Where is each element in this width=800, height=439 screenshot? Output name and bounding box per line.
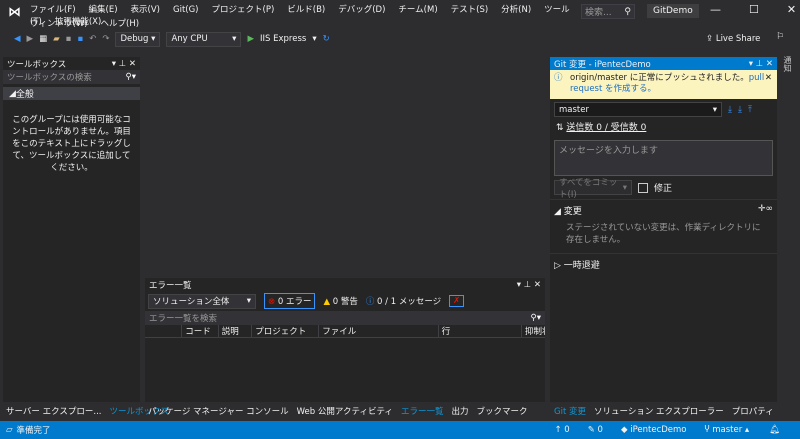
run-icon[interactable]: ▶: [247, 34, 254, 44]
menu-item[interactable]: 表示(V): [131, 5, 160, 15]
commit-all-button[interactable]: すべてをコミット(I) ▾: [554, 178, 632, 200]
amend-checkbox[interactable]: [638, 182, 648, 193]
tab[interactable]: サーバー エクスプロー...: [6, 405, 101, 417]
status-bar: ▱ 準備完了 ↑ 0 ✎ 0 ◆ iPentecDemo Ⴤ master ▴ …: [0, 421, 800, 439]
column-header[interactable]: プロジェクト: [251, 325, 318, 337]
vs-logo: ⋈: [8, 5, 21, 20]
run-button[interactable]: IIS Express: [260, 34, 306, 44]
commit-message-input[interactable]: メッセージを入力します: [554, 140, 773, 176]
error-search[interactable]: エラー一覧を検索 ⚲▾: [145, 311, 545, 325]
maximize-button[interactable]: ☐: [749, 3, 759, 16]
ready-icon: ▱: [6, 425, 13, 435]
feedback-icon[interactable]: ⚐: [776, 32, 784, 42]
menu-item[interactable]: ビルド(B): [287, 5, 325, 15]
config-dropdown[interactable]: Debug ▾: [115, 31, 161, 47]
menu-item[interactable]: チーム(M): [398, 5, 437, 15]
platform-dropdown[interactable]: Any CPU ▾: [166, 31, 242, 47]
menu-item[interactable]: 分析(N): [501, 5, 531, 15]
toolbar: ◀ ▶ ▦ ▰ ▪ ▪ ↶ ↷ Debug ▾ Any CPU ▾ ▶ IIS Express ▾…: [14, 31, 330, 47]
fetch-icon[interactable]: ⤓: [728, 105, 732, 115]
refresh-icon[interactable]: ↻: [323, 34, 330, 44]
push-icon[interactable]: ⤒: [748, 105, 752, 115]
tab[interactable]: パッケージ マネージャー コンソール: [148, 405, 289, 417]
menu-item[interactable]: ファイル(F): [30, 5, 76, 15]
toolbox-panel: ツールボックス ▾ ⊥ ✕ ツールボックスの検索 ⚲▾ ◢ 全般 このグループには使…: [3, 57, 140, 402]
info-icon: ⓘ: [554, 73, 563, 83]
panel-controls[interactable]: ▾ ⊥ ✕: [517, 280, 541, 290]
minimize-button[interactable]: —: [710, 3, 721, 16]
search-placeholder: 検索...: [585, 8, 612, 18]
open-icon[interactable]: ▰: [53, 34, 60, 44]
column-header[interactable]: コード: [181, 325, 217, 337]
menu-item[interactable]: テスト(S): [451, 5, 489, 15]
menu-item[interactable]: ウィンドウ(W): [30, 19, 88, 29]
column-header[interactable]: ファイル: [318, 325, 437, 337]
sync-link[interactable]: 送信数 0 / 受信数 0: [566, 123, 646, 133]
branch-dropdown[interactable]: master ▾: [554, 102, 722, 117]
tab[interactable]: ソリューション エクスプローラー: [594, 405, 724, 417]
close-info-icon[interactable]: ✕: [765, 73, 772, 84]
changes-section[interactable]: ◢ 変更: [554, 204, 582, 217]
save-icon[interactable]: ▪: [66, 34, 72, 44]
git-changes-panel: Git 変更 - iPentecDemo ▾ ⊥ ✕ ⓘ origin/maste…: [550, 57, 777, 402]
toolbox-empty-text: このグループには使用可能なコントロールがありません。項目をこのテキスト上にドラッ…: [12, 115, 131, 173]
bell-icon[interactable]: 🔔︎: [769, 425, 780, 435]
info-icon: ⓘ: [365, 297, 375, 307]
live-share-button[interactable]: ⇪ Live Share: [706, 34, 760, 44]
scope-dropdown[interactable]: ソリューション全体 ▾: [148, 293, 256, 309]
panel-controls[interactable]: ▾ ⊥ ✕: [112, 59, 136, 69]
no-changes-text: ステージされていない変更は、作業ディレクトリに存在しません。: [566, 223, 761, 245]
search-icon: ⚲: [624, 6, 631, 17]
tab[interactable]: Git 変更: [554, 405, 586, 417]
error-list-panel: エラー一覧 ▾ ⊥ ✕ ソリューション全体 ▾ ⊗ 0 エラー ▲ 0 警告 ⓘ 0…: [145, 278, 545, 402]
messages-filter[interactable]: ⓘ 0 / 1 メッセージ: [366, 295, 441, 307]
menu-item[interactable]: プロジェクト(P): [212, 5, 275, 15]
column-headers: コード説明プロジェクトファイル行抑制状: [145, 325, 545, 338]
panel-controls[interactable]: ▾ ⊥ ✕: [749, 59, 773, 69]
share-icon: ⇪: [706, 34, 716, 44]
bottom-tabs: パッケージ マネージャー コンソール Web 公開アクティビティ エラー一覧 出力 ブッ…: [142, 402, 533, 419]
toolbox-title: ツールボックス: [7, 59, 67, 70]
tab[interactable]: エラー一覧: [401, 405, 444, 417]
push-count[interactable]: ↑ 0: [554, 425, 569, 435]
right-tabs: Git 変更 ソリューション エクスプローラー プロパティ: [548, 402, 780, 419]
menu-item[interactable]: Git(G): [173, 5, 199, 15]
warning-icon: ▲: [323, 297, 330, 307]
menu-item[interactable]: デバッグ(D): [338, 5, 385, 15]
save-all-icon[interactable]: ▪: [77, 34, 83, 44]
info-bar: ⓘ origin/master に正常にプッシュされました。pull reque…: [550, 70, 777, 99]
forward-icon[interactable]: ▶: [27, 34, 34, 44]
tab[interactable]: プロパティ: [732, 405, 774, 417]
changes-count[interactable]: ✎ 0: [588, 425, 603, 435]
column-header[interactable]: 抑制状: [520, 325, 545, 337]
column-header[interactable]: 行: [437, 325, 521, 337]
column-header[interactable]: 説明: [217, 325, 252, 337]
branch-button[interactable]: Ⴤ master ▴: [705, 425, 750, 435]
tab[interactable]: Web 公開アクティビティ: [297, 405, 393, 417]
warnings-filter[interactable]: ▲ 0 警告: [323, 295, 357, 307]
pull-icon[interactable]: ⤓: [738, 105, 742, 115]
menu-item[interactable]: ヘルプ(H): [101, 19, 140, 29]
repo-button[interactable]: ◆ iPentecDemo: [621, 425, 687, 435]
stash-section[interactable]: ▷ 一時退避: [550, 253, 777, 275]
menu-item[interactable]: 編集(E): [89, 5, 118, 15]
toolbox-group[interactable]: ◢ 全般: [3, 87, 140, 100]
solution-name: GitDemo: [647, 4, 699, 18]
sync-icon: ⇅: [556, 123, 567, 133]
close-button[interactable]: ✕: [787, 3, 796, 16]
undo-icon[interactable]: ↶: [89, 34, 96, 44]
new-project-icon[interactable]: ▦: [39, 34, 47, 44]
stage-all-icon[interactable]: ✛∞: [758, 204, 773, 217]
tab[interactable]: ブックマーク: [476, 405, 527, 417]
menu-bar: ファイル(F) 編集(E) 表示(V) Git(G) プロジェクト(P) ビルド(B) デバ…: [30, 3, 570, 29]
back-icon[interactable]: ◀: [14, 34, 21, 44]
tab[interactable]: 出力: [451, 405, 468, 417]
errors-filter[interactable]: ⊗ 0 エラー: [264, 293, 316, 309]
filter-icon[interactable]: ✗: [449, 295, 465, 307]
search-box[interactable]: 検索... ⚲: [581, 4, 635, 19]
redo-icon[interactable]: ↷: [102, 34, 109, 44]
notifications-side-tab[interactable]: 通知: [783, 56, 793, 72]
toolbox-search[interactable]: ツールボックスの検索 ⚲▾: [3, 70, 140, 84]
